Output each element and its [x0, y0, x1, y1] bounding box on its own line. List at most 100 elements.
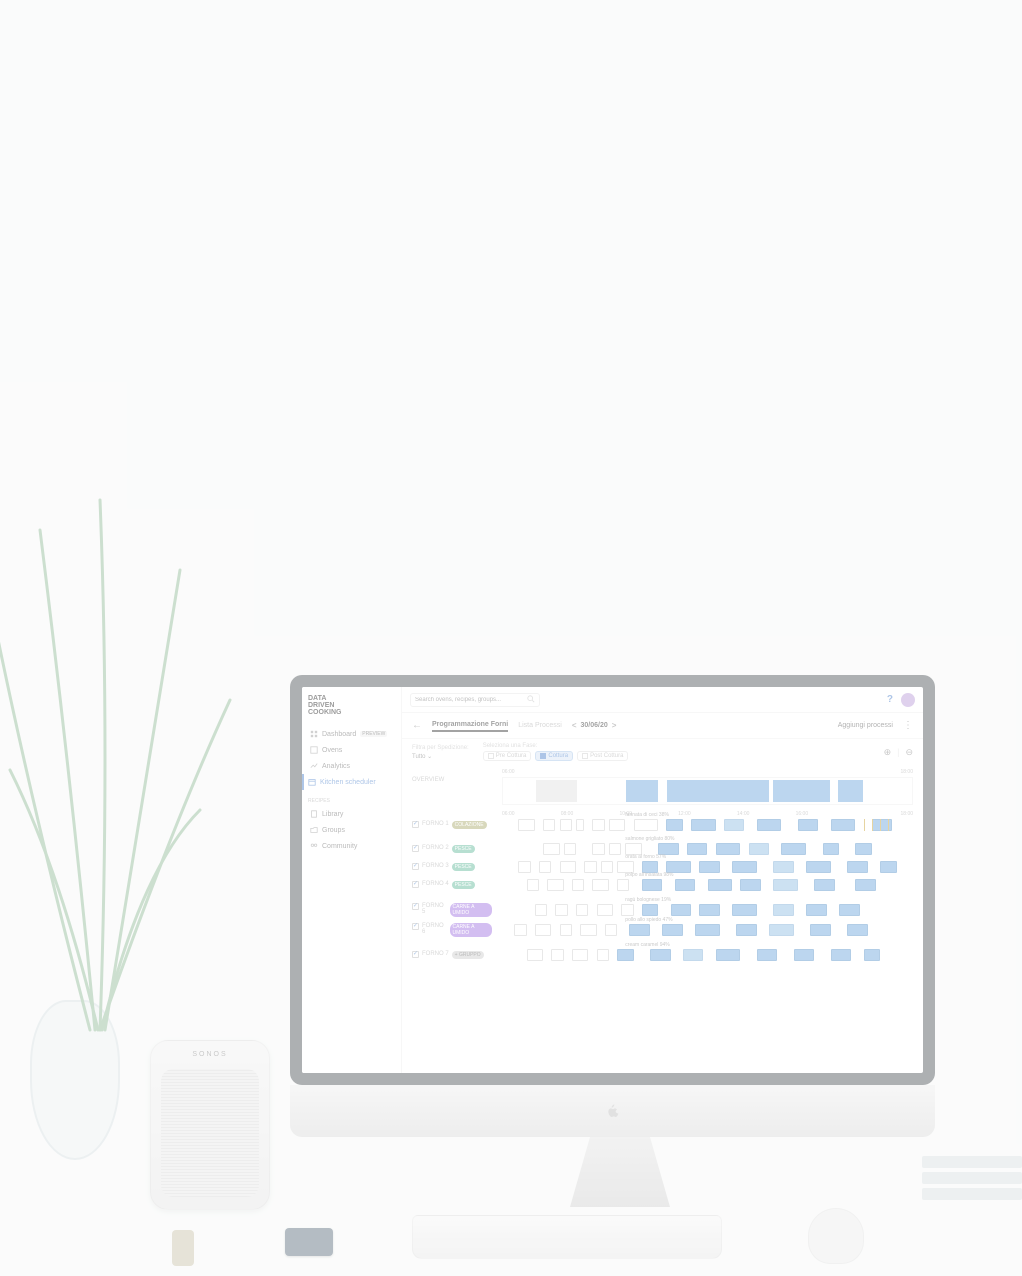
schedule-block[interactable] — [823, 843, 839, 855]
add-process-button[interactable]: Aggiungi processi — [838, 722, 893, 729]
schedule-block[interactable] — [634, 819, 659, 831]
oven-tag[interactable]: Carne a umido — [450, 903, 493, 917]
gantt-track[interactable]: salmone grigliato 80% — [502, 843, 913, 855]
oven-checkbox[interactable] — [412, 821, 419, 828]
schedule-block[interactable] — [560, 861, 576, 873]
schedule-block[interactable] — [543, 843, 559, 855]
schedule-block[interactable] — [675, 879, 696, 891]
schedule-block[interactable] — [547, 879, 563, 891]
schedule-block[interactable] — [806, 904, 827, 916]
oven-checkbox[interactable] — [412, 951, 419, 958]
schedule-block[interactable] — [855, 879, 876, 891]
schedule-block[interactable] — [576, 904, 588, 916]
date-prev[interactable]: < — [572, 721, 577, 730]
gantt-track[interactable]: farinata di ceci 38% — [502, 819, 913, 831]
schedule-block[interactable] — [691, 819, 716, 831]
sidebar-item-groups[interactable]: Groups — [308, 822, 395, 838]
schedule-block[interactable] — [535, 904, 547, 916]
schedule-block[interactable] — [592, 843, 604, 855]
schedule-block[interactable] — [732, 861, 757, 873]
schedule-block[interactable] — [592, 879, 608, 891]
schedule-block[interactable] — [617, 949, 633, 961]
more-menu[interactable]: ⋮ — [903, 720, 913, 731]
schedule-block[interactable] — [699, 861, 720, 873]
schedule-block[interactable] — [736, 924, 757, 936]
phase-pre-cottura[interactable]: Pre Cottura — [483, 751, 532, 761]
oven-tag[interactable]: Pesce — [452, 863, 475, 871]
schedule-block[interactable] — [621, 904, 633, 916]
schedule-block[interactable] — [855, 843, 871, 855]
filter-shipment-dropdown[interactable]: Tutto ⌄ — [412, 753, 469, 760]
schedule-block[interactable] — [880, 861, 896, 873]
schedule-block[interactable] — [671, 904, 692, 916]
oven-tag[interactable]: Pesce — [452, 845, 475, 853]
back-button[interactable]: ← — [412, 720, 422, 731]
schedule-block[interactable] — [773, 904, 794, 916]
sidebar-item-analytics[interactable]: Analytics — [308, 758, 395, 774]
schedule-block[interactable] — [609, 819, 625, 831]
schedule-block[interactable] — [831, 949, 852, 961]
user-avatar[interactable] — [901, 693, 915, 707]
schedule-block[interactable] — [810, 924, 831, 936]
schedule-block[interactable] — [839, 904, 860, 916]
schedule-block[interactable] — [543, 819, 555, 831]
schedule-block[interactable] — [642, 879, 663, 891]
schedule-block[interactable] — [580, 924, 596, 936]
overview-timeline[interactable] — [502, 777, 913, 805]
schedule-block[interactable] — [757, 819, 782, 831]
schedule-block[interactable] — [794, 949, 815, 961]
sidebar-item-community[interactable]: Community — [308, 838, 395, 854]
schedule-block[interactable] — [814, 879, 835, 891]
schedule-block[interactable] — [642, 904, 658, 916]
oven-checkbox[interactable] — [412, 845, 419, 852]
schedule-block[interactable] — [592, 819, 604, 831]
gantt-track[interactable]: pollo allo spiedo 47% — [502, 924, 913, 936]
schedule-block[interactable] — [551, 949, 563, 961]
search-input[interactable] — [415, 697, 527, 703]
schedule-block[interactable] — [527, 949, 543, 961]
schedule-block[interactable] — [584, 861, 596, 873]
schedule-block[interactable] — [798, 819, 819, 831]
schedule-block[interactable] — [806, 861, 831, 873]
schedule-block[interactable] — [757, 949, 778, 961]
oven-tag[interactable]: + Gruppo — [452, 951, 484, 959]
oven-checkbox[interactable] — [412, 923, 419, 930]
schedule-block[interactable] — [617, 879, 629, 891]
schedule-block[interactable] — [555, 904, 567, 916]
gantt-track[interactable]: orata al forno 57% — [502, 861, 913, 873]
schedule-block[interactable] — [769, 924, 794, 936]
schedule-block[interactable] — [597, 904, 613, 916]
sidebar-item-library[interactable]: Library — [308, 806, 395, 822]
schedule-block[interactable] — [847, 924, 868, 936]
schedule-block[interactable] — [666, 819, 682, 831]
schedule-block[interactable] — [629, 924, 650, 936]
oven-checkbox[interactable] — [412, 903, 419, 910]
schedule-block[interactable] — [539, 861, 551, 873]
schedule-block[interactable] — [716, 949, 741, 961]
schedule-block[interactable] — [514, 924, 526, 936]
schedule-block[interactable] — [732, 904, 757, 916]
schedule-block[interactable] — [564, 843, 576, 855]
help-icon[interactable]: ? — [887, 694, 893, 705]
search-box[interactable] — [410, 693, 540, 707]
schedule-block[interactable] — [560, 819, 572, 831]
oven-tag[interactable]: Colazione — [452, 821, 487, 829]
oven-tag[interactable]: Pesce — [452, 881, 475, 889]
sidebar-item-ovens[interactable]: Ovens — [308, 742, 395, 758]
schedule-block[interactable] — [683, 949, 704, 961]
schedule-block[interactable] — [773, 879, 798, 891]
schedule-block[interactable] — [773, 861, 794, 873]
schedule-block[interactable] — [572, 879, 584, 891]
schedule-block[interactable] — [535, 924, 551, 936]
schedule-block[interactable] — [724, 819, 745, 831]
sidebar-item-dashboard[interactable]: Dashboard PREVIEW — [308, 726, 395, 742]
schedule-block[interactable] — [576, 819, 584, 831]
zoom-out[interactable]: ⊖ — [905, 747, 913, 758]
phase-post-cottura[interactable]: Post Cottura — [577, 751, 628, 761]
schedule-block[interactable] — [609, 843, 621, 855]
schedule-block[interactable] — [605, 924, 617, 936]
sidebar-item-kitchen-scheduler[interactable]: Kitchen scheduler — [302, 774, 395, 790]
gantt-track[interactable]: cream caramel 94% — [502, 949, 913, 961]
schedule-block[interactable] — [831, 819, 856, 831]
schedule-block[interactable] — [597, 949, 609, 961]
